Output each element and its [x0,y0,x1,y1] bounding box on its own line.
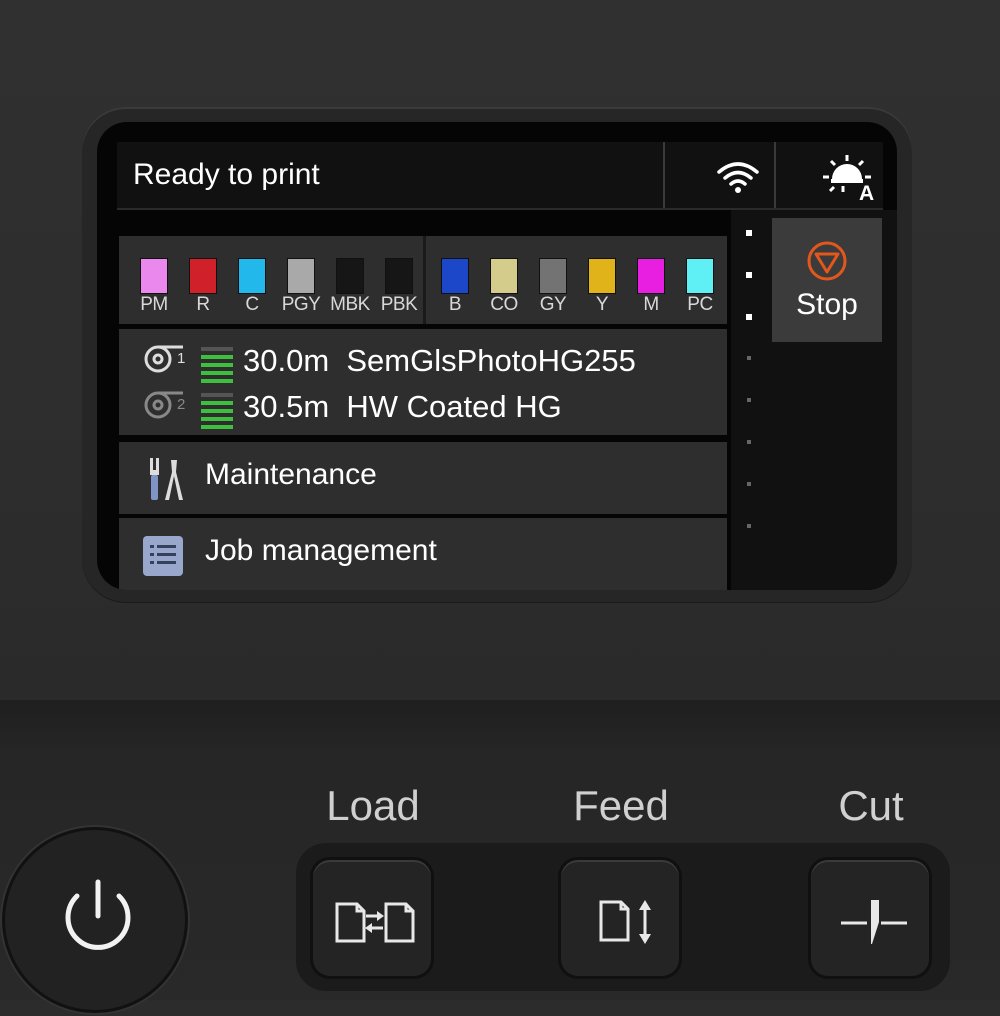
roll-number: 2 [177,396,185,413]
touch-screen: Ready to print A PM R C PGY MBK PBK B CO… [97,122,897,590]
ink-tank: R [178,236,228,324]
ink-tank: GY [528,236,578,324]
cut-label: Cut [838,782,904,829]
status-bar: Ready to print A [117,142,883,210]
power-button[interactable] [2,827,188,1013]
page-indicator-dot [746,314,752,320]
ink-swatch [189,258,217,294]
ink-tank: PM [129,236,179,324]
feed-label: Feed [573,782,669,829]
ink-swatch [637,258,665,294]
stop-label: Stop [796,288,858,321]
ink-swatch [539,258,567,294]
auto-light-icon[interactable]: A [821,152,877,202]
ink-label: PM [140,294,168,315]
roll-level-meter [201,339,237,383]
ink-divider [423,236,426,324]
list-icon [143,536,183,576]
ink-label: PBK [380,294,418,315]
ink-label: CO [490,294,518,315]
page-indicator-dot [746,230,752,236]
stop-button[interactable]: Stop [772,218,882,342]
page-indicator-dot [747,440,751,444]
menu-label: Maintenance [205,458,377,491]
load-button[interactable] [310,857,434,979]
feed-button[interactable] [558,857,682,979]
ink-swatch [140,258,168,294]
menu-job-management[interactable]: Job management [119,518,727,590]
ink-swatch [385,258,413,294]
roll-2-row: 2 30.5m HW Coated HG [119,385,727,429]
ink-label: M [643,294,659,315]
load-paper-icon [335,902,415,943]
roll-media-text: 30.0m SemGlsPhotoHG255 [243,343,636,378]
wifi-icon[interactable] [713,158,763,194]
stop-icon [807,241,847,281]
ink-swatch [490,258,518,294]
tools-icon [150,458,183,500]
load-label: Load [326,782,420,829]
ink-tank: MBK [325,236,375,324]
cutter-icon [841,900,907,944]
page-indicator-dot [746,272,752,278]
ink-swatch [287,258,315,294]
ink-swatch [588,258,616,294]
ink-label: PGY [281,294,321,315]
roll-paper-icon: 2 [144,391,185,419]
ink-label: PC [687,294,713,315]
roll-number: 1 [177,350,185,367]
power-icon [65,879,131,950]
page-indicator-dot [747,398,751,402]
page-indicator-dot [747,482,751,486]
ink-label: C [245,294,259,315]
ink-label: GY [539,294,567,315]
roll-1-row: 1 30.0m SemGlsPhotoHG255 [119,339,727,383]
ink-swatch [441,258,469,294]
ink-label: Y [595,294,609,315]
ink-tank: PBK [374,236,424,324]
ink-tank: B [430,236,480,324]
roll-media-text: 30.5m HW Coated HG [243,389,562,424]
ink-tank: CO [479,236,529,324]
cut-button[interactable] [808,857,932,979]
ink-tank: M [626,236,676,324]
roll-paper-icon: 1 [144,345,185,373]
ink-swatch [238,258,266,294]
ink-tank: PC [675,236,725,324]
ink-label: B [448,294,462,315]
roll-level-meter [201,385,237,429]
ink-label: MBK [330,294,370,315]
menu-label: Job management [205,534,437,567]
svg-text:A: A [859,182,874,202]
ink-label: R [196,294,210,315]
status-message: Ready to print [133,158,320,191]
menu-maintenance[interactable]: Maintenance [119,442,727,514]
page-indicator-dot [747,524,751,528]
ink-tank: C [227,236,277,324]
ink-swatch [686,258,714,294]
ink-swatch [336,258,364,294]
right-panel: Stop [731,210,897,590]
ink-tank: PGY [276,236,326,324]
feed-paper-icon [599,900,651,944]
media-status[interactable]: 1 30.0m SemGlsPhotoHG255 2 30.5m HW Coat… [119,329,727,435]
page-indicator-dot [747,356,751,360]
ink-status-bar[interactable]: PM R C PGY MBK PBK B CO GY Y M PC [119,236,727,324]
ink-tank: Y [577,236,627,324]
